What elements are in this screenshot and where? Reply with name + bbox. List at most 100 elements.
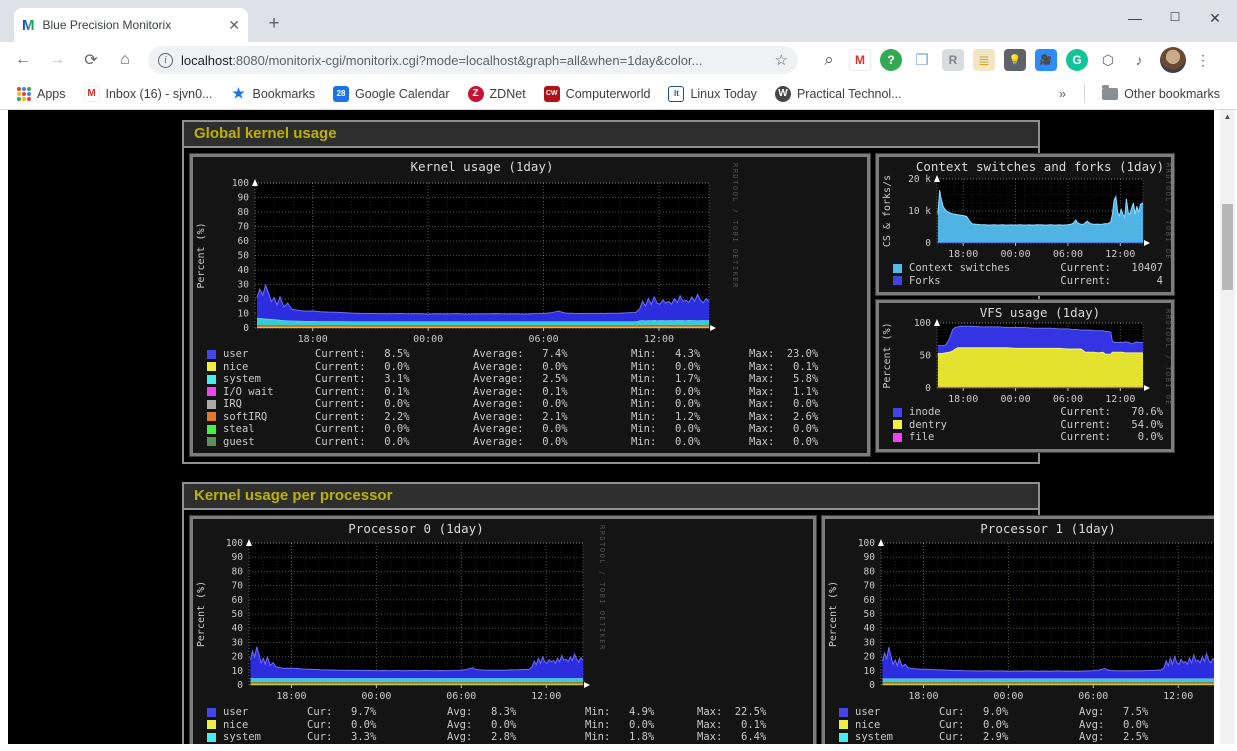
bookmarks-overflow-icon[interactable]: » (1051, 86, 1074, 101)
other-bookmarks-button[interactable]: Other bookmarks (1095, 84, 1227, 104)
legend-stat-label: Max: (749, 373, 774, 386)
processor-1-graph-panel[interactable]: 010203040506070809010018:0000:0006:0012:… (822, 516, 1214, 744)
legend-stat-value: 0.0% (1111, 431, 1163, 444)
legend-stat-label: Max: (697, 706, 722, 719)
legend-row: I/O waitCur:0.1%Avg:0.1%Min:0.0%Max:1.1% (207, 744, 805, 745)
svg-text:18:00: 18:00 (276, 691, 306, 702)
legend-stat-value: 10407 (1111, 262, 1163, 275)
legend-stat-value: 7.4% (524, 348, 568, 361)
legend-stat-value: 2.5% (524, 373, 568, 386)
legend-stat-label: Max: (749, 361, 774, 374)
page-info-icon[interactable]: i (158, 53, 173, 68)
svg-text:0: 0 (925, 383, 931, 394)
processor-0-graph-panel[interactable]: 010203040506070809010018:0000:0006:0012:… (190, 516, 816, 744)
window-close-icon[interactable]: ✕ (1207, 10, 1223, 27)
svg-text:100: 100 (914, 318, 931, 329)
svg-text:50: 50 (232, 609, 244, 620)
refresh-icon[interactable]: ⟳ (77, 46, 105, 74)
legend-series-name: nice (223, 361, 315, 374)
legend-swatch-forks (893, 276, 902, 285)
bookmark-label: Inbox (16) - sjvn0... (106, 87, 213, 101)
svg-text:50: 50 (920, 351, 932, 362)
context-switches-graph-panel[interactable]: 010 k20 k18:0000:0006:0012:00Context swi… (876, 154, 1174, 295)
bookmark-item[interactable]: ZZDNet (461, 83, 533, 105)
back-icon[interactable]: ← (9, 46, 37, 74)
legend-stat-label: Min: (585, 744, 610, 745)
kernel-usage-graph-panel[interactable]: 010203040506070809010018:0000:0006:0012:… (190, 154, 870, 456)
chart-title: Processor 1 (1day) (980, 521, 1115, 536)
legend-series-name: system (855, 731, 939, 744)
legend-swatch-i-o-wait (207, 387, 216, 396)
copy-pages-icon[interactable]: ❐ (911, 49, 933, 71)
window-maximize-icon[interactable]: ☐ (1167, 10, 1183, 27)
legend-stat-value: 0.0% (774, 436, 818, 449)
books-icon[interactable]: ≣ (973, 49, 995, 71)
legend-stat-label: Average: (473, 386, 524, 399)
playlist-icon[interactable]: ♪ (1128, 49, 1150, 71)
svg-text:100: 100 (858, 538, 875, 549)
legend-series-name: Forks (909, 275, 941, 288)
folder-icon (1102, 88, 1118, 100)
svg-text:12:00: 12:00 (1105, 394, 1135, 405)
legend-row: fileCurrent:0.0% (893, 431, 1163, 444)
legend-stat-value: 2.6% (774, 411, 818, 424)
browser-menu-icon[interactable]: ⋮ (1196, 52, 1210, 69)
legend-stat-value: 0.1% (774, 361, 818, 374)
search-icon[interactable]: ⌕ (818, 49, 840, 71)
browser-tab[interactable]: M Blue Precision Monitorix ✕ (14, 8, 248, 42)
legend-series-name: user (223, 706, 307, 719)
legend-stat-label: Avg: (447, 744, 472, 745)
svg-text:60: 60 (232, 595, 244, 606)
svg-text:06:00: 06:00 (1078, 691, 1108, 702)
address-bar[interactable]: i localhost:8080/monitorix-cgi/monitorix… (148, 46, 798, 74)
svg-text:18:00: 18:00 (298, 334, 328, 345)
bookmark-item[interactable]: WPractical Technol... (768, 83, 909, 105)
tab-close-icon[interactable]: ✕ (228, 17, 240, 34)
legend-series-name: file (909, 431, 934, 444)
bookmark-item[interactable]: ltLinux Today (661, 83, 764, 105)
bookmark-item[interactable]: ★Bookmarks (224, 83, 323, 105)
legend-row: userCur:9.0%Avg:7.5%Min:4.3%Max:22.1% (839, 706, 1214, 719)
r-extension-icon[interactable]: R (942, 49, 964, 71)
bookmark-item[interactable]: 28Google Calendar (326, 83, 457, 105)
bookmark-item[interactable]: MInbox (16) - sjvn0... (77, 83, 220, 105)
new-tab-button[interactable]: + (262, 12, 286, 36)
legend-stat-label: Min: (631, 436, 656, 449)
legend-stat-value: 0.0% (366, 436, 410, 449)
svg-text:40: 40 (232, 623, 244, 634)
bookmark-item[interactable]: CWComputerworld (537, 83, 658, 105)
legend-swatch-irq (207, 400, 216, 409)
window-minimize-icon[interactable]: — (1127, 10, 1143, 27)
svg-text:00:00: 00:00 (413, 334, 443, 345)
puzzle-icon[interactable]: ⬡ (1097, 49, 1119, 71)
zoom-camera-icon[interactable]: 🎥 (1035, 49, 1057, 71)
legend-stat-label: Average: (473, 361, 524, 374)
forward-icon[interactable]: → (43, 46, 71, 74)
legend-series-name: dentry (909, 419, 947, 432)
bookmark-star-icon[interactable]: ☆ (775, 51, 788, 69)
url-text[interactable]: localhost:8080/monitorix-cgi/monitorix.c… (181, 53, 767, 68)
keep-icon[interactable]: 💡 (1004, 49, 1026, 71)
svg-text:50: 50 (864, 609, 876, 620)
svg-text:10: 10 (238, 309, 250, 320)
apps-button[interactable]: Apps (10, 84, 73, 104)
page-scrollbar[interactable]: ▲ (1220, 110, 1235, 744)
grammarly-icon[interactable]: G (1066, 49, 1088, 71)
svg-text:10: 10 (864, 666, 876, 677)
legend-stat-label: Current: (315, 411, 366, 424)
legend-swatch-user (839, 708, 848, 717)
gmail-icon[interactable]: M (849, 49, 871, 71)
home-icon[interactable]: ⌂ (111, 46, 139, 74)
svg-text:70: 70 (238, 222, 250, 233)
voice-icon[interactable]: ? (880, 49, 902, 71)
legend-stat-label: Min: (631, 373, 656, 386)
scrollbar-up-icon[interactable]: ▲ (1220, 110, 1235, 124)
chart-title: Context switches and forks (1day) (916, 159, 1164, 174)
svg-text:30: 30 (232, 637, 244, 648)
legend-stat-label: Max: (749, 398, 774, 411)
scrollbar-thumb[interactable] (1222, 204, 1233, 290)
legend-stat-label: Current: (315, 386, 366, 399)
vfs-usage-graph-panel[interactable]: 05010018:0000:0006:0012:00VFS usage (1da… (876, 300, 1174, 452)
legend-row: userCurrent:8.5%Average:7.4%Min:4.3%Max:… (207, 348, 859, 361)
profile-avatar[interactable] (1160, 47, 1186, 73)
